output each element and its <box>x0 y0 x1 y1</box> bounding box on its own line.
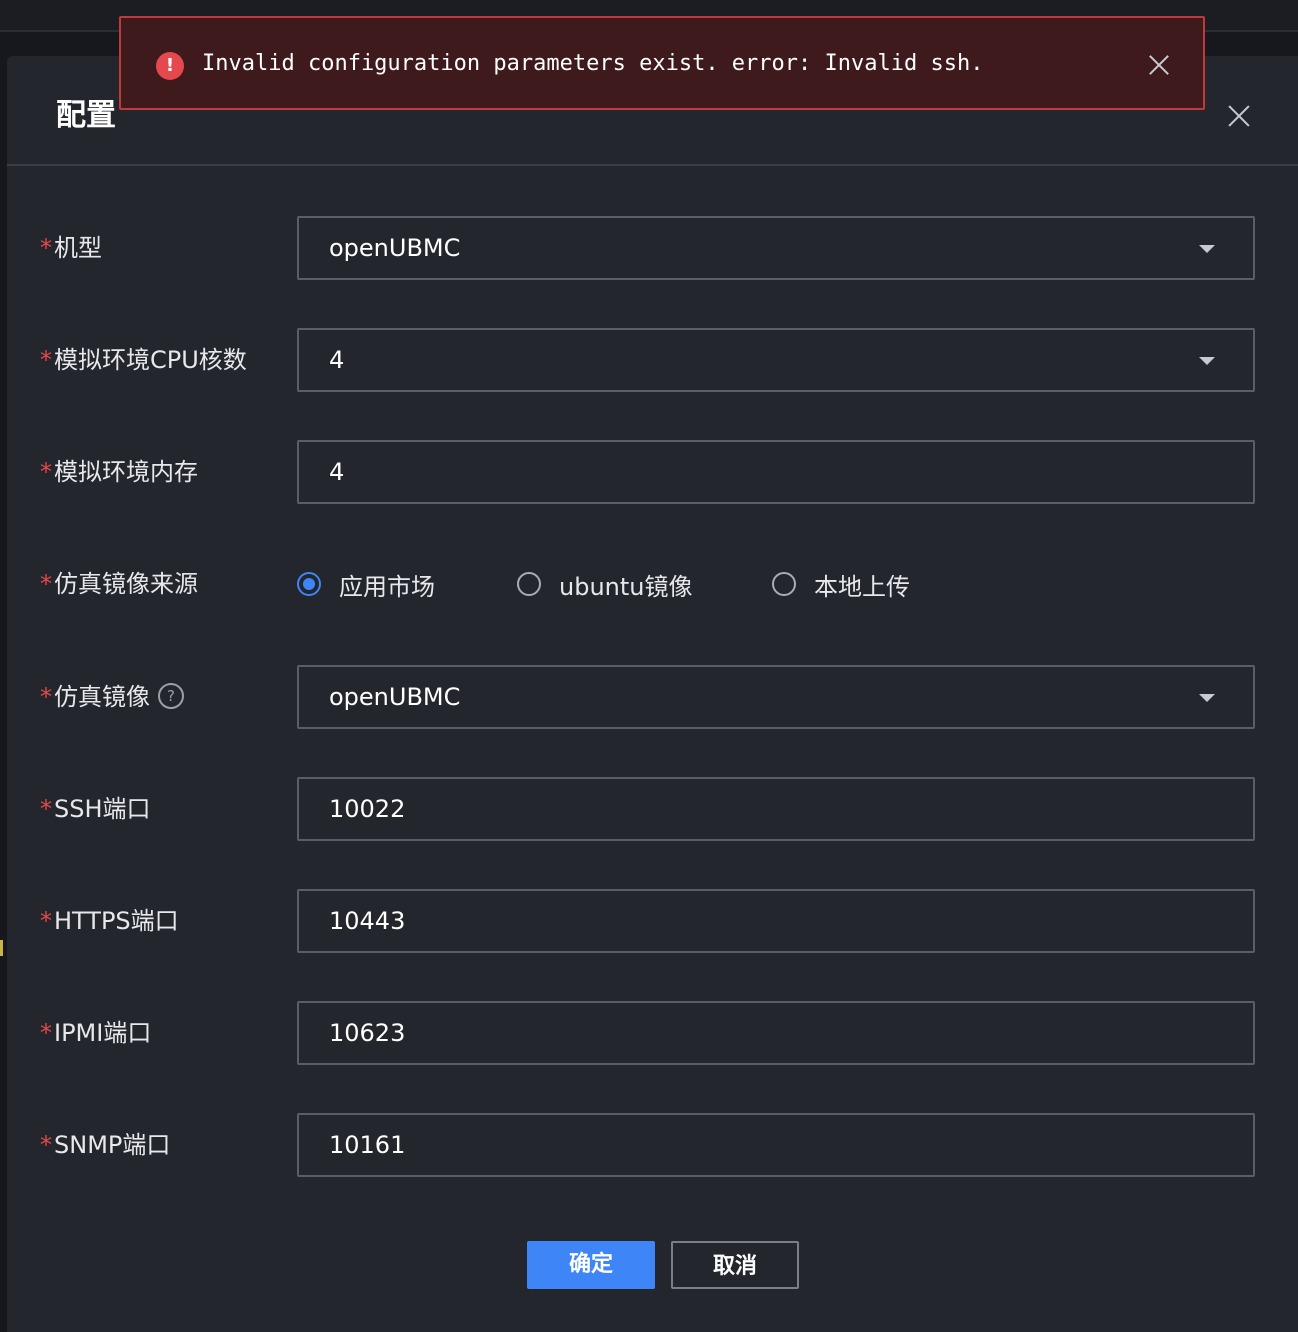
model-label: *机型 <box>40 234 102 262</box>
model-select[interactable]: openUBMC <box>297 216 1255 280</box>
memory-label: *模拟环境内存 <box>40 458 198 486</box>
error-toast: ! Invalid configuration parameters exist… <box>119 16 1205 110</box>
radio-local-upload[interactable]: 本地上传 <box>772 552 910 616</box>
form-row-https-port: *HTTPS端口 10443 <box>7 889 1298 953</box>
error-message: Invalid configuration parameters exist. … <box>202 51 984 76</box>
required-mark: * <box>40 907 52 935</box>
ipmi-port-input-value: 10623 <box>329 1019 406 1047</box>
toast-close-icon[interactable] <box>1148 54 1170 76</box>
image-select[interactable]: openUBMC <box>297 665 1255 729</box>
image-label: *仿真镜像? <box>40 665 184 729</box>
config-dialog: 配置 *机型 openUBMC *模拟环境CPU核数 4 *模拟环境内存 4 *… <box>7 56 1298 1332</box>
ssh-port-input[interactable]: 10022 <box>297 777 1255 841</box>
background-edge-marker <box>0 940 3 956</box>
form-row-ssh-port: *SSH端口 10022 <box>7 777 1298 841</box>
required-mark: * <box>40 683 52 711</box>
required-mark: * <box>40 1019 52 1047</box>
radio-label: 本地上传 <box>814 572 910 601</box>
cancel-button[interactable]: 取消 <box>671 1241 799 1289</box>
form-row-memory: *模拟环境内存 4 <box>7 440 1298 504</box>
ssh-port-input-value: 10022 <box>329 795 406 823</box>
form-row-snmp-port: *SNMP端口 10161 <box>7 1113 1298 1177</box>
memory-input-value: 4 <box>329 458 345 486</box>
cpu-label: *模拟环境CPU核数 <box>40 346 247 374</box>
cpu-select[interactable]: 4 <box>297 328 1255 392</box>
image-select-value: openUBMC <box>329 683 461 711</box>
form-row-cpu: *模拟环境CPU核数 4 <box>7 328 1298 392</box>
radio-ubuntu-image[interactable]: ubuntu镜像 <box>517 552 693 616</box>
ipmi-port-label: *IPMI端口 <box>40 1019 152 1047</box>
radio-checked-icon <box>297 572 321 596</box>
chevron-down-icon <box>1199 245 1215 253</box>
https-port-label: *HTTPS端口 <box>40 907 179 935</box>
image-source-label: *仿真镜像来源 <box>40 570 198 598</box>
radio-label: ubuntu镜像 <box>559 572 693 601</box>
radio-app-market[interactable]: 应用市场 <box>297 552 435 616</box>
required-mark: * <box>40 234 52 262</box>
https-port-input[interactable]: 10443 <box>297 889 1255 953</box>
radio-unchecked-icon <box>517 572 541 596</box>
https-port-input-value: 10443 <box>329 907 406 935</box>
snmp-port-label: *SNMP端口 <box>40 1131 171 1159</box>
cpu-select-value: 4 <box>329 346 345 374</box>
chevron-down-icon <box>1199 357 1215 365</box>
form-row-model: *机型 openUBMC <box>7 216 1298 280</box>
ipmi-port-input[interactable]: 10623 <box>297 1001 1255 1065</box>
confirm-button[interactable]: 确定 <box>527 1241 655 1289</box>
dialog-close-icon[interactable] <box>1225 102 1253 130</box>
form-row-image-source: *仿真镜像来源 应用市场 ubuntu镜像 本地上传 <box>7 552 1298 616</box>
form-row-ipmi-port: *IPMI端口 10623 <box>7 1001 1298 1065</box>
memory-input[interactable]: 4 <box>297 440 1255 504</box>
radio-label: 应用市场 <box>339 572 435 601</box>
error-icon: ! <box>156 52 184 80</box>
radio-unchecked-icon <box>772 572 796 596</box>
required-mark: * <box>40 458 52 486</box>
help-icon[interactable]: ? <box>158 683 184 709</box>
chevron-down-icon <box>1199 694 1215 702</box>
form-row-image: *仿真镜像? openUBMC <box>7 665 1298 729</box>
snmp-port-input-value: 10161 <box>329 1131 406 1159</box>
snmp-port-input[interactable]: 10161 <box>297 1113 1255 1177</box>
ssh-port-label: *SSH端口 <box>40 795 151 823</box>
model-select-value: openUBMC <box>329 234 461 262</box>
dialog-title: 配置 <box>56 98 116 133</box>
required-mark: * <box>40 346 52 374</box>
required-mark: * <box>40 570 52 598</box>
required-mark: * <box>40 1131 52 1159</box>
required-mark: * <box>40 795 52 823</box>
